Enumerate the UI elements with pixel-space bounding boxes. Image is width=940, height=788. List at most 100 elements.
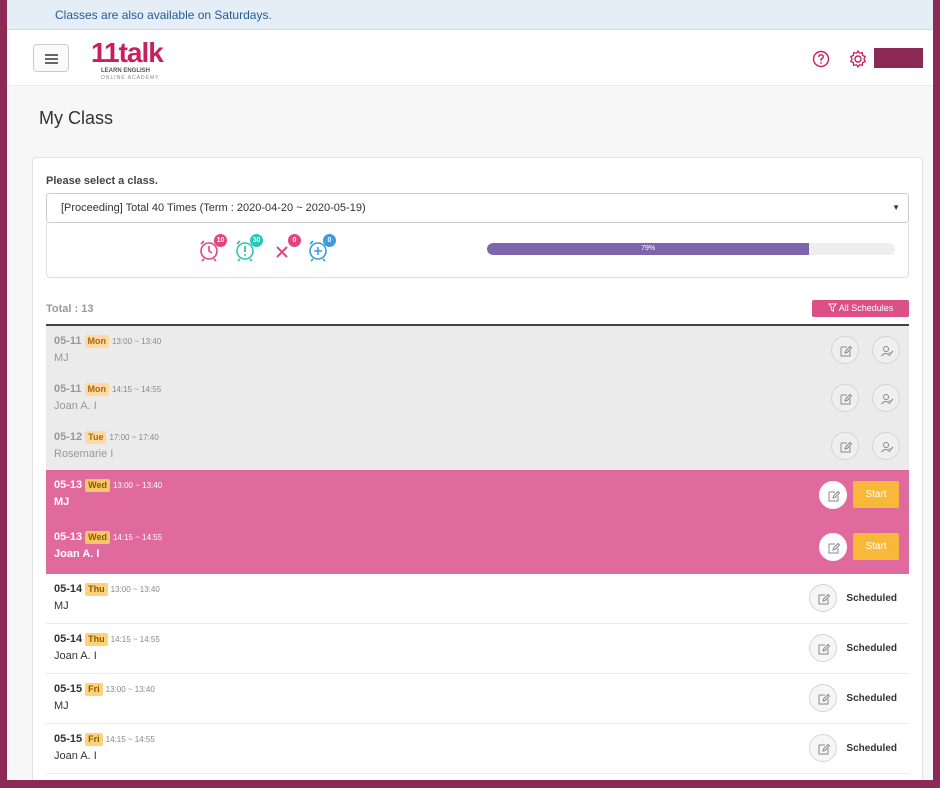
tutor-name: MJ: [54, 700, 69, 712]
edit-button[interactable]: [819, 533, 847, 561]
class-select[interactable]: [Proceeding] Total 40 Times (Term : 2020…: [46, 193, 909, 223]
stat-extra: 0: [306, 234, 336, 264]
time-range: 14:15 ~ 14:55: [112, 533, 163, 542]
schedule-list: 05-11 Mon 13:00 ~ 13:40 MJ 05-11 Mon 14:15 ~ 1…: [46, 324, 909, 774]
hamburger-icon: [45, 58, 58, 60]
progress-bar: 79%: [487, 243, 895, 255]
edit-button[interactable]: [809, 734, 837, 762]
schedule-row: 05-14 Thu 13:00 ~ 13:40 MJ Scheduled: [46, 574, 909, 624]
gear-icon[interactable]: [848, 49, 868, 69]
tutor-name: Joan A. I: [54, 400, 97, 412]
all-schedules-label: All Schedules: [838, 303, 894, 313]
time-range: 13:00 ~ 13:40: [112, 337, 162, 346]
logo[interactable]: 11talk LEARN ENGLISH ONLINE ACADEMY: [91, 37, 164, 82]
schedule-row: 05-14 Thu 14:15 ~ 14:55 Joan A. I Scheduled: [46, 624, 909, 674]
edit-icon: [818, 743, 831, 755]
row-date: 05-13 Wed 13:00 ~ 13:40: [54, 479, 162, 492]
edit-button[interactable]: [831, 432, 859, 460]
tutor-name: MJ: [54, 352, 69, 364]
edit-icon: [828, 542, 841, 554]
stat-badge: 0: [288, 234, 301, 247]
scheduled-status: Scheduled: [846, 693, 897, 704]
edit-icon: [840, 441, 853, 453]
day-badge: Thu: [85, 583, 108, 596]
attendance-button[interactable]: [872, 432, 900, 460]
tutor-name: Joan A. I: [54, 750, 97, 762]
scheduled-status: Scheduled: [846, 593, 897, 604]
edit-button[interactable]: [819, 481, 847, 509]
tutor-name: Joan A. I: [54, 548, 100, 560]
attendance-button[interactable]: [872, 384, 900, 412]
class-select-label: Please select a class.: [46, 175, 158, 187]
menu-button[interactable]: [33, 44, 69, 72]
edit-icon: [818, 693, 831, 705]
time-range: 14:15 ~ 14:55: [112, 385, 162, 394]
user-check-icon: [881, 346, 894, 357]
attendance-button[interactable]: [872, 336, 900, 364]
edit-icon: [840, 345, 853, 357]
row-date: 05-12 Tue 17:00 ~ 17:40: [54, 431, 159, 444]
row-date: 05-11 Mon 13:00 ~ 13:40: [54, 335, 161, 348]
row-date: 05-13 Wed 14:15 ~ 14:55: [54, 531, 162, 544]
stat-attended: 10: [197, 234, 227, 264]
progress-fill: 79%: [487, 243, 810, 255]
user-check-icon: [881, 394, 894, 405]
edit-icon: [828, 490, 841, 502]
edit-button[interactable]: [809, 684, 837, 712]
edit-button[interactable]: [809, 634, 837, 662]
page-title: My Class: [39, 108, 114, 128]
schedule-row: 05-13 Wed 14:15 ~ 14:55 Joan A. I Start: [46, 522, 909, 574]
edit-button[interactable]: [809, 584, 837, 612]
stat-warning: 30: [233, 234, 263, 264]
row-date: 05-14 Thu 14:15 ~ 14:55: [54, 633, 160, 646]
tutor-name: MJ: [54, 600, 69, 612]
start-button[interactable]: Start: [853, 481, 899, 508]
day-badge: Mon: [84, 335, 110, 348]
top-navbar: 11talk LEARN ENGLISH ONLINE ACADEMY: [7, 30, 933, 86]
row-date: 05-14 Thu 13:00 ~ 13:40: [54, 583, 160, 596]
date-text: 05-11: [54, 335, 82, 347]
stat-absent: 0: [271, 234, 301, 264]
date-text: 05-13: [54, 531, 83, 543]
caret-down-icon: ▼: [892, 203, 900, 212]
date-text: 05-15: [54, 733, 83, 745]
start-button[interactable]: Start: [853, 533, 899, 560]
time-range: 14:15 ~ 14:55: [105, 735, 155, 744]
day-badge: Fri: [85, 733, 103, 746]
edit-icon: [818, 643, 831, 655]
filter-icon: [827, 303, 837, 312]
scheduled-status: Scheduled: [846, 743, 897, 754]
date-text: 05-15: [54, 683, 83, 695]
date-text: 05-12: [54, 431, 83, 443]
hamburger-icon: [45, 62, 58, 64]
logo-subtitle-2: ONLINE ACADEMY: [101, 75, 160, 81]
edit-button[interactable]: [831, 336, 859, 364]
row-date: 05-11 Mon 14:15 ~ 14:55: [54, 383, 161, 396]
total-count: Total : 13: [46, 303, 94, 315]
class-stats: 10 30 0 0 79%: [46, 223, 909, 278]
user-menu[interactable]: [874, 48, 923, 68]
time-range: 13:00 ~ 13:40: [112, 481, 163, 490]
time-range: 13:00 ~ 13:40: [110, 585, 160, 594]
schedule-row: 05-13 Wed 13:00 ~ 13:40 MJ Start: [46, 470, 909, 522]
date-text: 05-14: [54, 583, 83, 595]
stat-badge: 0: [323, 234, 336, 247]
help-icon[interactable]: [812, 50, 830, 68]
edit-icon: [818, 593, 831, 605]
schedule-row: 05-11 Mon 14:15 ~ 14:55 Joan A. I: [46, 374, 909, 422]
notice-bar: Classes are also available on Saturdays.: [7, 0, 933, 30]
edit-icon: [840, 393, 853, 405]
all-schedules-button[interactable]: All Schedules: [812, 300, 909, 317]
day-badge: Mon: [84, 383, 110, 396]
tutor-name: MJ: [54, 496, 70, 508]
logo-text: 11talk: [91, 37, 164, 68]
class-card: Please select a class. [Proceeding] Tota…: [32, 157, 923, 780]
time-range: 13:00 ~ 13:40: [105, 685, 155, 694]
hamburger-icon: [45, 54, 58, 56]
row-date: 05-15 Fri 13:00 ~ 13:40: [54, 683, 155, 696]
schedule-row: 05-11 Mon 13:00 ~ 13:40 MJ: [46, 326, 909, 374]
date-text: 05-14: [54, 633, 83, 645]
edit-button[interactable]: [831, 384, 859, 412]
tutor-name: Joan A. I: [54, 650, 97, 662]
user-check-icon: [881, 442, 894, 453]
